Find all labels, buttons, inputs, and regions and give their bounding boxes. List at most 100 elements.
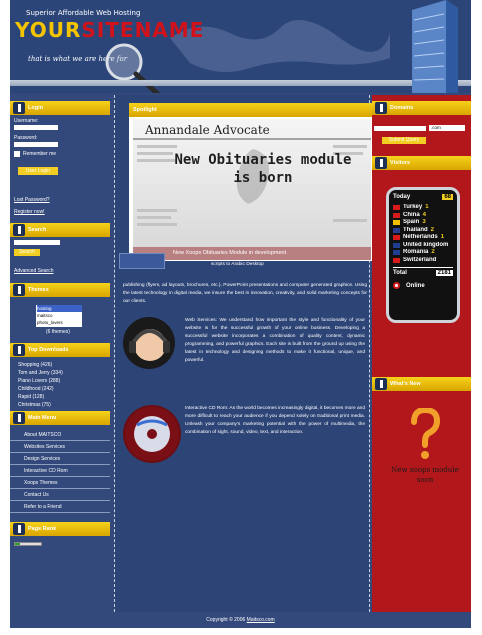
menu-item-design[interactable]: Design Services [10,453,110,465]
country-count: 4 [422,211,427,218]
download-item[interactable]: Tom and Jerry (334) [18,369,110,377]
country-name: Netherlands [403,234,438,240]
theme-select[interactable]: hosting maitsco photo_lovers [36,305,82,327]
username-label: Username: [14,118,39,124]
username-input[interactable] [14,125,58,130]
country-flag-icon [393,250,400,256]
country-flag-icon [393,257,400,263]
country-name: United kingdom [403,241,449,248]
whats-new-block-title: What's New [372,377,471,391]
main-content: Spotlight Annandale Advocate New Obituar… [114,95,373,612]
country-name: Romania [403,249,429,255]
spotlight-image[interactable]: Annandale Advocate New Obituaries module… [133,119,371,247]
remember-label: Remember me [23,151,57,157]
country-flag-icon [393,220,400,226]
search-input[interactable] [14,240,60,245]
submit-query-button[interactable]: Submit Query [382,137,426,144]
downloads-list: Shopping (426) Tom and Jerry (334) Piano… [10,357,110,411]
country-row: China 4 [393,212,453,220]
page-rank-fill [15,543,20,545]
visitors-title: Visitors [390,160,411,166]
country-name: Turkey [403,204,423,210]
child-headphones-icon [129,329,170,361]
download-item[interactable]: Childhood (242) [18,385,110,393]
download-item[interactable]: Shopping (426) [18,361,110,369]
spotlight-headline: New Obituaries module is born [174,152,352,186]
menu-item-refer[interactable]: Refer to a Friend [10,501,110,513]
spotlight-block: Spotlight Annandale Advocate New Obituar… [129,103,373,261]
theme-option[interactable]: photo_lovers [37,319,82,326]
country-flag-icon [393,212,400,218]
theme-option[interactable]: maitsco [37,312,82,319]
menu-item-about[interactable]: About MAITSCO [10,429,110,441]
block-icon [13,284,25,296]
main-menu-title: Main Menu [28,415,57,421]
block-icon [13,344,25,356]
download-item[interactable]: Piano Lovers (288) [18,377,110,385]
register-link[interactable]: Register now! [14,209,106,215]
online-icon [393,282,400,289]
country-row: Turkey 1 [393,204,453,212]
country-flag-icon [393,227,400,233]
domains-block-title: Domains [372,101,471,115]
menu-item-cdrom[interactable]: Interactive CD Rom [10,465,110,477]
site-logo[interactable]: YOURSITENAME [15,18,204,42]
online-row: Online [393,282,453,289]
advanced-search-link[interactable]: Advanced Search [14,268,106,274]
spotlight-side-text: scripts to Arabic Desktop [211,262,264,267]
download-item[interactable]: Rapid (128) [18,393,110,401]
intro-paragraph: publishing (flyers, ad layouts, brochure… [123,283,367,304]
logo-part-your: YOUR [15,18,82,42]
password-input[interactable] [14,142,58,147]
online-label: Online [406,282,425,289]
logo-part-sitename: SITENAME [81,18,205,42]
menu-item-websites[interactable]: Websites Services [10,441,110,453]
user-login-button[interactable]: User Login [18,167,58,175]
cd-disc-icon [125,407,179,461]
page-rank-block-title: Page Rank [10,522,110,536]
themes-block-title: Themes [10,283,110,297]
country-name: Switzerland [403,256,437,263]
whats-new-caption: New xoops module soon [391,466,459,484]
site-header: Superior Affordable Web Hosting YOURSITE… [10,0,471,93]
remember-checkbox[interactable] [14,151,20,157]
country-row: Romania 2 [393,249,453,257]
page-rank-bar [14,542,42,546]
login-block-title: Login [10,101,110,115]
country-name: China [403,211,420,218]
country-row: Netherlands 1 [393,234,453,242]
right-sidebar: Domains .com Submit Query Visitors Today… [372,95,471,612]
search-button[interactable]: Search [14,249,40,256]
country-count: 1 [440,234,445,240]
search-title: Search [28,227,47,233]
page-rank-title: Page Rank [28,526,57,532]
country-name: Spain [403,219,420,225]
themes-block: hosting maitsco photo_lovers (6 themes) [10,297,110,341]
downloads-title: Top Downloads [28,347,69,353]
country-row: Switzerland [393,257,453,265]
web-services-image [123,317,175,369]
lost-password-link[interactable]: Lost Password? [14,197,106,203]
domain-input[interactable] [374,125,426,131]
cdrom-paragraph: Interactive CD Rom: As the world becomes… [185,406,365,435]
theme-option-selected[interactable]: hosting [37,305,82,312]
footer-link[interactable]: Maitsco.com [247,617,275,623]
spotlight-caption[interactable]: New Xoops Obituaries Module in developme… [133,247,371,260]
block-icon [13,523,25,535]
spotlight-thumb[interactable] [119,253,165,269]
country-row: United kingdom [393,242,453,250]
search-block-title: Search [10,223,110,237]
menu-item-themes[interactable]: Xoops Themes [10,477,110,489]
spotlight-title: Spotlight [129,103,373,117]
country-flag-icon [393,205,400,211]
login-form: Username: Password: Remember me User Log… [10,115,110,218]
web-services-paragraph: Web Services: We understand how importan… [185,318,365,363]
themes-title: Themes [28,287,49,293]
menu-item-contact[interactable]: Contact Us [10,489,110,501]
country-count: 3 [422,219,426,225]
download-item[interactable]: Christmas (75) [18,401,110,409]
country-name: Thailand [403,226,428,233]
tld-select[interactable]: .com [429,125,465,131]
remember-row: Remember me [14,151,106,157]
visitors-counter: Today 68 Turkey 1 China 4 Spain 3 Thailand 2 Net… [386,187,460,323]
